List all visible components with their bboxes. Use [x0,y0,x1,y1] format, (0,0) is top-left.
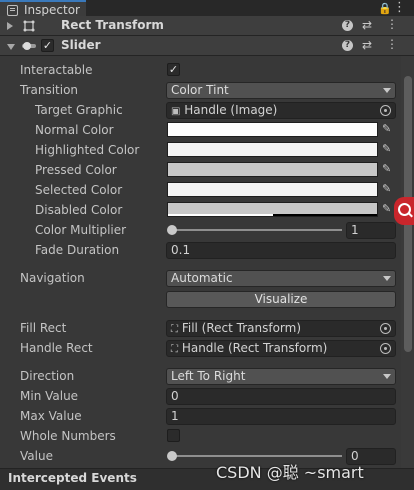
transition-value: Color Tint [171,83,229,97]
inspector-tab-label: Inspector [24,3,80,17]
selected-color-swatch[interactable] [167,182,378,197]
max-value-field[interactable]: 1 [166,408,396,425]
eyedropper-icon[interactable]: ✎ [382,142,391,155]
slider-title: Slider [61,38,101,52]
disabled-color-label: Disabled Color [35,203,123,217]
navigation-dropdown[interactable]: Automatic [166,270,396,287]
image-icon: ▣ [171,106,181,117]
slider-enabled-checkbox[interactable]: ✓ [41,39,54,52]
search-icon [398,203,411,216]
component-menu-icon[interactable]: ⋮ [386,17,398,31]
max-value-label: Max Value [20,409,82,423]
slider-component-icon [22,42,36,50]
help-icon[interactable]: ? [342,20,353,31]
component-menu-icon[interactable]: ⋮ [386,37,398,51]
rect-transform-header[interactable]: Rect Transform ? ⇄ ⋮ [0,16,414,36]
color-multiplier-track[interactable] [170,229,342,231]
chevron-down-icon [383,276,391,281]
expand-arrow-icon[interactable] [7,22,13,30]
whole-numbers-label: Whole Numbers [20,429,116,443]
handle-rect-value: Handle (Rect Transform) [181,341,328,355]
object-picker-icon[interactable] [380,105,391,116]
whole-numbers-checkbox[interactable] [167,429,180,442]
watermark-text: CSDN @聪 ~smart [216,463,364,482]
navigation-label: Navigation [20,271,85,285]
alpha-bar-remainder [273,214,377,216]
visualize-button[interactable]: Visualize [166,291,396,308]
direction-dropdown[interactable]: Left To Right [166,368,396,385]
target-graphic-label: Target Graphic [35,103,123,117]
pressed-color-label: Pressed Color [35,163,117,177]
fade-duration-label: Fade Duration [35,243,120,257]
rect-transform-icon: ⛶ [171,324,178,335]
inspector-icon [7,5,18,16]
object-picker-icon[interactable] [380,343,391,354]
alpha-bar [168,214,273,216]
lock-icon[interactable]: 🔒 [378,2,392,15]
fade-duration-field[interactable]: 0.1 [166,242,396,259]
rect-transform-title: Rect Transform [61,18,164,32]
pressed-color-swatch[interactable] [167,162,378,177]
handle-rect-label: Handle Rect [20,341,93,355]
eyedropper-icon[interactable]: ✎ [382,202,391,215]
navigation-value: Automatic [171,271,233,285]
interactable-label: Interactable [20,63,93,77]
more-menu-icon[interactable]: ⋮ [393,0,406,15]
object-picker-icon[interactable] [380,323,391,334]
transition-label: Transition [20,83,79,97]
eyedropper-icon[interactable]: ✎ [382,162,391,175]
value-label: Value [20,449,53,463]
value-slider-track[interactable] [170,455,342,457]
fill-rect-field[interactable]: ⛶ Fill (Rect Transform) [166,320,396,337]
target-graphic-field[interactable]: ▣ Handle (Image) [166,102,396,119]
color-multiplier-field[interactable]: 1 [346,222,396,239]
selected-color-label: Selected Color [35,183,123,197]
presets-icon[interactable]: ⇄ [362,38,372,52]
color-multiplier-label: Color Multiplier [35,223,127,237]
disabled-color-swatch[interactable] [167,202,378,217]
normal-color-swatch[interactable] [167,122,378,137]
target-graphic-value: Handle (Image) [184,103,278,117]
eyedropper-icon[interactable]: ✎ [382,182,391,195]
min-value-field[interactable]: 0 [166,388,396,405]
highlighted-color-swatch[interactable] [167,142,378,157]
handle-rect-field[interactable]: ⛶ Handle (Rect Transform) [166,340,396,357]
presets-icon[interactable]: ⇄ [362,18,372,32]
fill-rect-label: Fill Rect [20,321,67,335]
highlighted-color-label: Highlighted Color [35,143,140,157]
fill-rect-value: Fill (Rect Transform) [181,321,302,335]
chevron-down-icon [383,88,391,93]
interactable-checkbox[interactable]: ✓ [167,63,180,76]
normal-color-label: Normal Color [35,123,114,137]
help-icon[interactable]: ? [342,40,353,51]
chevron-down-icon [383,374,391,379]
rect-transform-icon [23,20,35,32]
collapse-arrow-icon[interactable] [7,44,15,50]
direction-label: Direction [20,369,75,383]
rect-transform-icon: ⛶ [171,344,178,355]
color-multiplier-handle[interactable] [167,225,177,235]
direction-value: Left To Right [171,369,246,383]
floating-search-button[interactable] [394,197,414,225]
value-slider-handle[interactable] [167,451,177,461]
slider-component-header[interactable]: ✓ Slider ? ⇄ ⋮ [0,36,414,56]
intercepted-events-title: Intercepted Events [8,471,137,485]
transition-dropdown[interactable]: Color Tint [166,82,396,99]
eyedropper-icon[interactable]: ✎ [382,122,391,135]
min-value-label: Min Value [20,389,79,403]
